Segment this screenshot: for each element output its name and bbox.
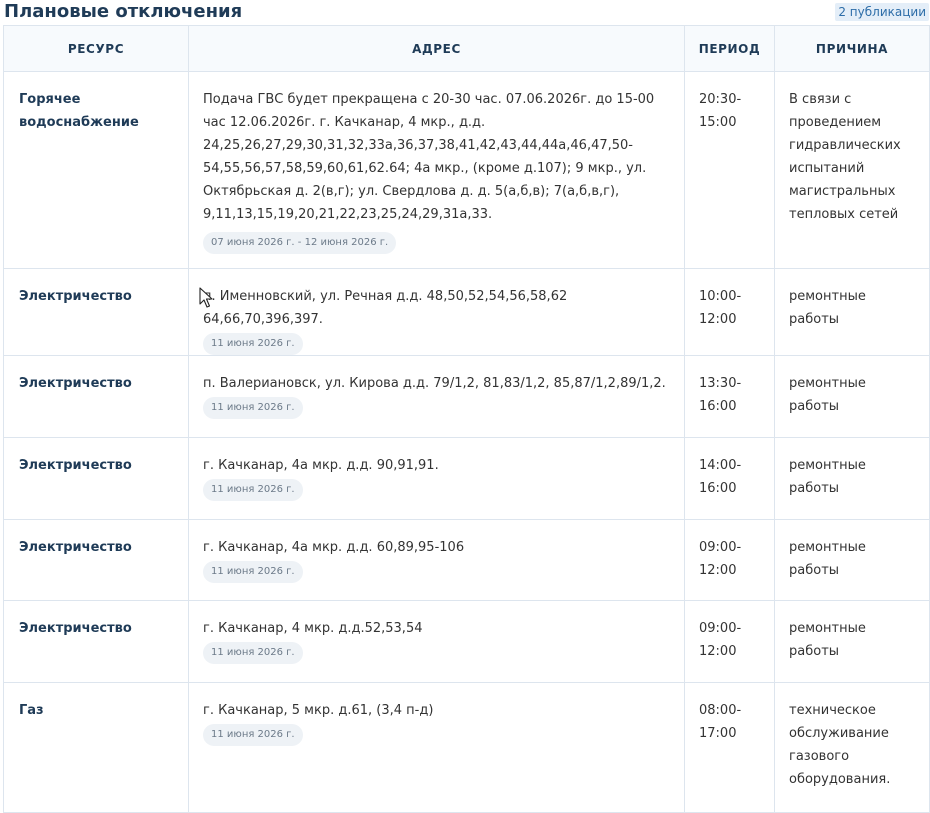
table-row: Газ г. Качканар, 5 мкр. д.61, (3,4 п-д) …: [3, 682, 930, 813]
address-text: г. Качканар, 4 мкр. д.д.52,53,54: [203, 621, 423, 636]
address-cell: п. Валериановск, ул. Кирова д.д. 79/1,2,…: [188, 355, 685, 438]
page-header: Плановые отключения 2 публикации: [0, 0, 930, 24]
resource-cell: Горячее водоснабжение: [3, 71, 189, 269]
reason-cell: ремонтные работы: [774, 600, 930, 683]
address-cell: п. Именновский, ул. Речная д.д. 48,50,52…: [188, 268, 685, 356]
period-start: 09:00-: [699, 621, 742, 636]
period-cell: 20:30- 15:00: [684, 71, 775, 269]
column-header-period: ПЕРИОД: [684, 25, 775, 72]
table-row: Электричество п. Валериановск, ул. Киров…: [3, 355, 930, 438]
outages-table: РЕСУРС АДРЕС ПЕРИОД ПРИЧИНА Горячее водо…: [3, 25, 930, 813]
date-badge: 11 июня 2026 г.: [203, 333, 303, 355]
resource-cell: Газ: [3, 682, 189, 813]
table-row: Электричество г. Качканар, 4 мкр. д.д.52…: [3, 600, 930, 683]
column-header-resource: РЕСУРС: [3, 25, 189, 72]
period-end: 16:00: [699, 481, 737, 496]
period-cell: 13:30- 16:00: [684, 355, 775, 438]
address-cell: Подача ГВС будет прекращена с 20-30 час.…: [188, 71, 685, 269]
reason-cell: В связи с проведением гидравлических исп…: [774, 71, 930, 269]
address-text: г. Качканар, 4а мкр. д.д. 90,91,91.: [203, 458, 439, 473]
period-start: 09:00-: [699, 540, 742, 555]
period-start: 10:00-: [699, 289, 742, 304]
resource-cell: Электричество: [3, 437, 189, 520]
resource-cell: Электричество: [3, 355, 189, 438]
address-text: Подача ГВС будет прекращена с 20-30 час.…: [203, 92, 655, 222]
publications-badge[interactable]: 2 публикации: [835, 3, 929, 21]
reason-cell: ремонтные работы: [774, 355, 930, 438]
date-badge: 07 июня 2026 г. - 12 июня 2026 г.: [203, 232, 397, 254]
resource-cell: Электричество: [3, 519, 189, 601]
period-end: 12:00: [699, 644, 737, 659]
address-cell: г. Качканар, 4а мкр. д.д. 60,89,95-106 1…: [188, 519, 685, 601]
date-badge: 11 июня 2026 г.: [203, 479, 303, 501]
address-cell: г. Качканар, 5 мкр. д.61, (3,4 п-д) 11 и…: [188, 682, 685, 813]
date-badge: 11 июня 2026 г.: [203, 397, 303, 419]
date-badge: 11 июня 2026 г.: [203, 642, 303, 664]
period-end: 16:00: [699, 399, 737, 414]
table-header-row: РЕСУРС АДРЕС ПЕРИОД ПРИЧИНА: [3, 25, 930, 72]
date-badge: 11 июня 2026 г.: [203, 724, 303, 746]
period-end: 12:00: [699, 312, 737, 327]
reason-cell: ремонтные работы: [774, 437, 930, 520]
column-header-reason: ПРИЧИНА: [774, 25, 930, 72]
period-cell: 09:00- 12:00: [684, 600, 775, 683]
period-cell: 10:00- 12:00: [684, 268, 775, 356]
reason-cell: ремонтные работы: [774, 519, 930, 601]
table-row: Горячее водоснабжение Подача ГВС будет п…: [3, 71, 930, 269]
resource-cell: Электричество: [3, 600, 189, 683]
column-header-address: АДРЕС: [188, 25, 685, 72]
address-text: п. Валериановск, ул. Кирова д.д. 79/1,2,…: [203, 376, 666, 391]
period-cell: 14:00- 16:00: [684, 437, 775, 520]
period-end: 17:00: [699, 726, 737, 741]
table-row: Электричество п. Именновский, ул. Речная…: [3, 268, 930, 356]
period-end: 15:00: [699, 115, 737, 130]
table-row: Электричество г. Качканар, 4а мкр. д.д. …: [3, 437, 930, 520]
address-cell: г. Качканар, 4а мкр. д.д. 90,91,91. 11 и…: [188, 437, 685, 520]
period-cell: 09:00- 12:00: [684, 519, 775, 601]
page-title: Плановые отключения: [4, 1, 243, 22]
date-badge: 11 июня 2026 г.: [203, 561, 303, 583]
address-cell: г. Качканар, 4 мкр. д.д.52,53,54 11 июня…: [188, 600, 685, 683]
period-cell: 08:00- 17:00: [684, 682, 775, 813]
period-end: 12:00: [699, 563, 737, 578]
table-row: Электричество г. Качканар, 4а мкр. д.д. …: [3, 519, 930, 601]
address-text: г. Качканар, 5 мкр. д.61, (3,4 п-д): [203, 703, 434, 718]
period-start: 08:00-: [699, 703, 742, 718]
reason-cell: техническое обслуживание газового оборуд…: [774, 682, 930, 813]
reason-cell: ремонтные работы: [774, 268, 930, 356]
address-text: г. Качканар, 4а мкр. д.д. 60,89,95-106: [203, 540, 465, 555]
address-text: п. Именновский, ул. Речная д.д. 48,50,52…: [203, 289, 568, 327]
resource-cell: Электричество: [3, 268, 189, 356]
period-start: 14:00-: [699, 458, 742, 473]
period-start: 20:30-: [699, 92, 742, 107]
period-start: 13:30-: [699, 376, 742, 391]
